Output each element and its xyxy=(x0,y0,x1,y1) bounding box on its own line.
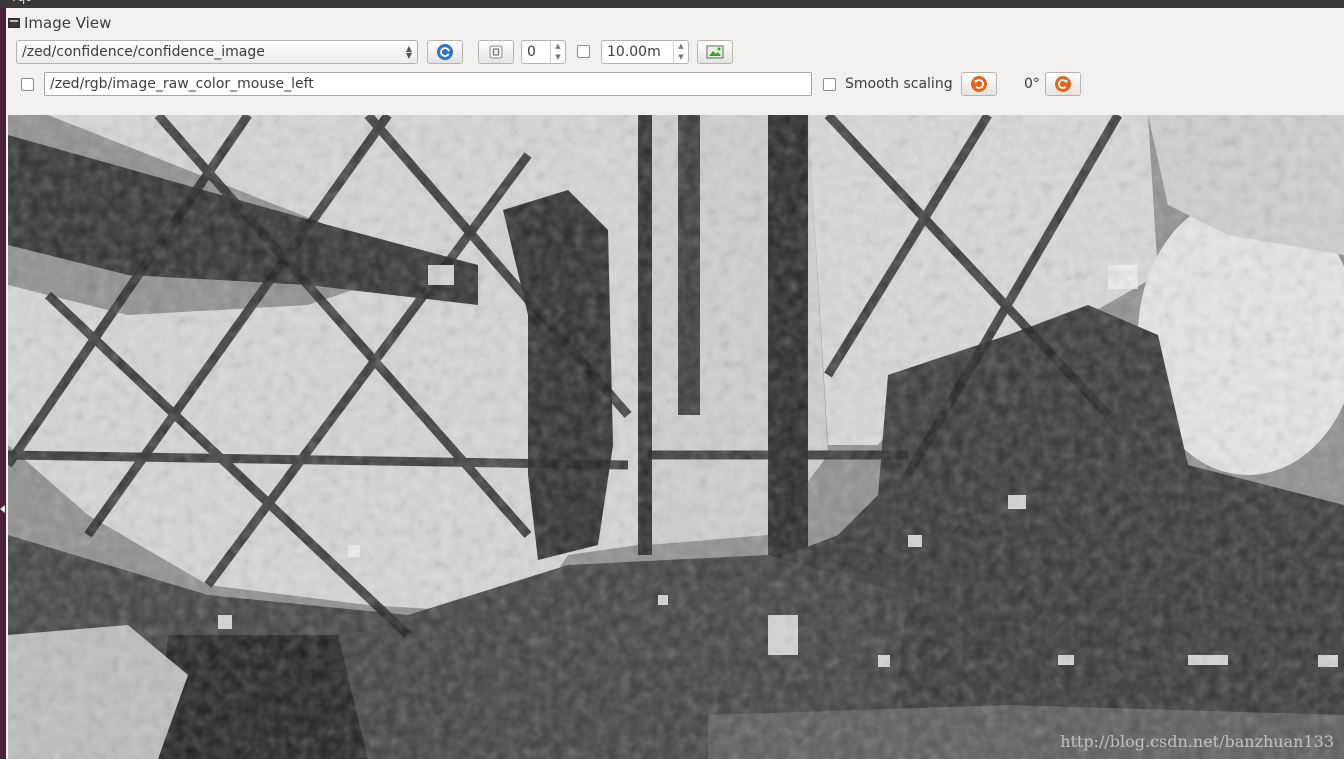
pause-button[interactable] xyxy=(478,40,514,64)
spin-updown-icon[interactable]: ▲ ▼ xyxy=(550,41,565,63)
rotation-angle: 0° xyxy=(1024,76,1040,92)
distance-spinbox[interactable]: 10.00m ▲ ▼ xyxy=(601,40,689,64)
image-view-panel: Image View /zed/confidence/confidence_im… xyxy=(6,8,1344,759)
panel-title-bar: Image View xyxy=(8,13,111,33)
topic-combo-value: /zed/confidence/confidence_image xyxy=(22,44,265,60)
refresh-icon xyxy=(437,44,453,60)
combo-updown-icon: ▲ ▼ xyxy=(405,44,413,60)
toolbar-row-2: /zed/rgb/image_raw_color_mouse_left Smoo… xyxy=(16,72,1336,98)
watermark-text: http://blog.csdn.net/banzhuan133 xyxy=(1060,732,1334,751)
distance-checkbox[interactable] xyxy=(577,45,590,58)
smooth-scaling-checkbox[interactable] xyxy=(823,78,836,91)
window-top-bar: rqt xyxy=(0,0,1344,8)
number-spinbox-value: 0 xyxy=(527,44,536,60)
window-icon xyxy=(8,18,20,28)
mouse-topic-value: /zed/rgb/image_raw_color_mouse_left xyxy=(50,76,314,92)
save-image-button[interactable] xyxy=(697,40,733,64)
collapse-arrow-icon[interactable] xyxy=(0,505,5,513)
topic-combo[interactable]: /zed/confidence/confidence_image ▲ ▼ xyxy=(16,40,418,64)
rotate-left-button[interactable] xyxy=(961,72,997,96)
save-image-icon xyxy=(706,45,724,59)
rotate-right-button[interactable] xyxy=(1045,72,1081,96)
confidence-image xyxy=(8,115,1344,759)
distance-spinbox-value: 10.00m xyxy=(607,44,661,60)
smooth-scaling-label: Smooth scaling xyxy=(845,76,953,92)
pause-icon xyxy=(489,45,503,59)
mouse-topic-checkbox[interactable] xyxy=(21,78,34,91)
confidence-image-display[interactable]: http://blog.csdn.net/banzhuan133 xyxy=(8,115,1344,759)
panel-title: Image View xyxy=(24,14,112,32)
app-label: rqt xyxy=(12,0,30,5)
toolbar-row-1: /zed/confidence/confidence_image ▲ ▼ 0 ▲ ▼… xyxy=(16,40,1336,66)
spin-updown-icon[interactable]: ▲ ▼ xyxy=(673,41,688,63)
rotate-left-icon xyxy=(971,76,987,92)
refresh-button[interactable] xyxy=(427,40,463,64)
rotate-right-icon xyxy=(1055,76,1071,92)
number-spinbox[interactable]: 0 ▲ ▼ xyxy=(521,40,566,64)
mouse-topic-input[interactable]: /zed/rgb/image_raw_color_mouse_left xyxy=(44,72,812,96)
